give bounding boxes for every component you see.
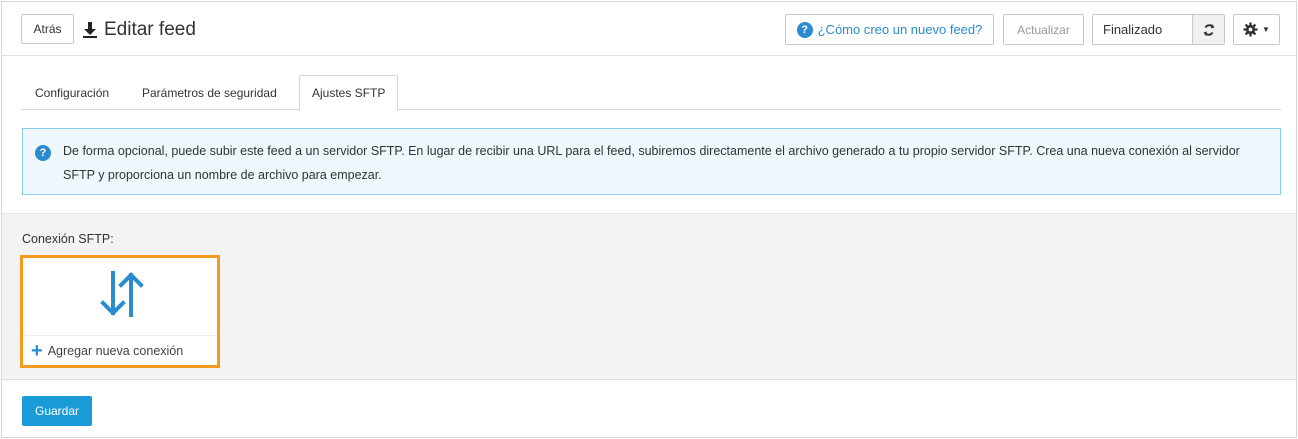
- plus-icon: +: [31, 339, 43, 362]
- help-button[interactable]: ? ¿Cómo creo un nuevo feed?: [785, 14, 994, 45]
- add-connection-label: Agregar nueva conexión: [47, 343, 184, 358]
- help-label: ¿Cómo creo un nuevo feed?: [817, 22, 983, 37]
- update-button[interactable]: Actualizar: [1003, 14, 1084, 45]
- title-wrap: Editar feed: [82, 16, 196, 44]
- info-alert: ? De forma opcional, puede subir este fe…: [22, 128, 1281, 195]
- tab-sftp-settings[interactable]: Ajustes SFTP: [299, 75, 399, 111]
- question-circle-icon: ?: [796, 21, 813, 38]
- status-control: Finalizado: [1092, 14, 1225, 45]
- save-button[interactable]: Guardar: [22, 396, 92, 426]
- question-circle-icon: ?: [35, 145, 51, 161]
- page-title: Editar feed: [104, 19, 196, 40]
- tab-security-params[interactable]: Parámetros de seguridad: [130, 75, 289, 110]
- back-button[interactable]: Atrás: [21, 14, 74, 44]
- tab-bar: Configuración Parámetros de seguridad Aj…: [21, 75, 1281, 111]
- gear-icon: [1243, 22, 1258, 37]
- download-icon: [83, 22, 97, 38]
- page-header: Atrás Editar feed ? ¿Cómo creo un nuevo …: [2, 2, 1296, 56]
- add-connection-footer[interactable]: + Agregar nueva conexión: [23, 335, 217, 365]
- refresh-icon: [1203, 23, 1214, 36]
- add-connection-card[interactable]: + Agregar nueva conexión: [20, 255, 220, 368]
- up-down-arrows-icon: [100, 271, 144, 317]
- info-text: De forma opcional, puede subir este feed…: [63, 144, 1240, 182]
- editor-frame: Atrás Editar feed ? ¿Cómo creo un nuevo …: [1, 1, 1297, 438]
- settings-dropdown-button[interactable]: ▼: [1233, 14, 1280, 45]
- chevron-down-icon: ▼: [1262, 25, 1270, 34]
- tab-configuration[interactable]: Configuración: [23, 75, 121, 110]
- refresh-button[interactable]: [1192, 15, 1224, 44]
- sftp-section: Conexión SFTP: + Agregar nueva conexión: [2, 213, 1296, 380]
- status-value: Finalizado: [1103, 22, 1163, 37]
- sftp-connection-label: Conexión SFTP:: [22, 232, 114, 246]
